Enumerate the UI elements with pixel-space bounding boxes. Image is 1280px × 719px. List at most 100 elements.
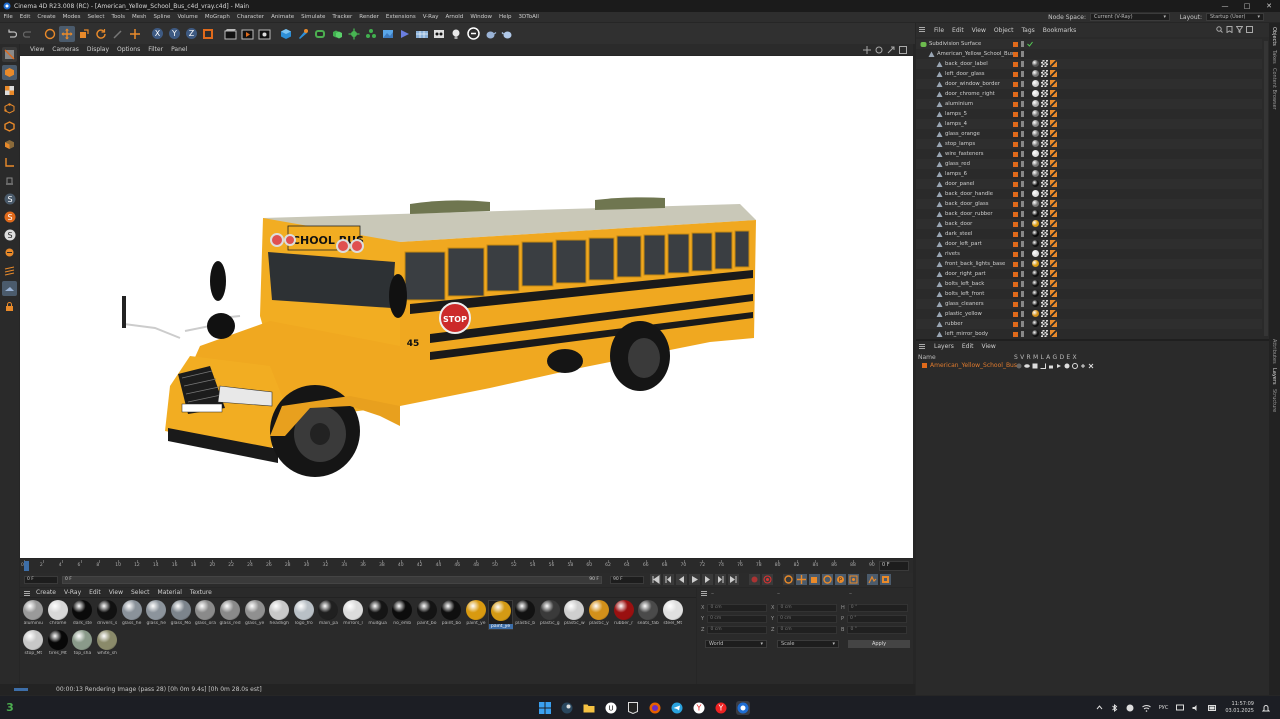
filter-icon[interactable] bbox=[1236, 26, 1243, 33]
visibility-dots[interactable] bbox=[1021, 311, 1024, 317]
material-slot[interactable]: glass_he bbox=[119, 600, 144, 630]
epic-app[interactable] bbox=[626, 701, 640, 715]
vray-light-button[interactable] bbox=[431, 26, 447, 42]
add-tool-button[interactable] bbox=[127, 26, 143, 42]
object-row[interactable]: back_door_rubber bbox=[916, 209, 1262, 219]
key-rotation-icon[interactable] bbox=[822, 574, 833, 585]
chevron-up-icon[interactable] bbox=[1096, 704, 1103, 711]
tab-content-browser[interactable]: Content Browser bbox=[1271, 68, 1277, 110]
menu-window[interactable]: Window bbox=[467, 14, 496, 20]
coordinate-value-input[interactable]: 0 cm bbox=[777, 626, 838, 634]
lock-layer-icon[interactable] bbox=[1048, 363, 1054, 369]
layer-color-swatch[interactable] bbox=[1013, 271, 1018, 277]
maximize-button[interactable]: □ bbox=[1236, 0, 1258, 12]
previous-frame-icon[interactable] bbox=[676, 574, 687, 585]
timeline-window-icon[interactable] bbox=[880, 574, 891, 585]
motion-clip-icon[interactable] bbox=[867, 574, 878, 585]
object-row[interactable]: dark_steel bbox=[916, 229, 1262, 239]
object-visibility-toggles[interactable] bbox=[1013, 191, 1024, 197]
layer-menu-view[interactable]: View bbox=[977, 343, 999, 350]
object-row[interactable]: left_mirror_body bbox=[916, 329, 1262, 339]
vray-tag-icon[interactable] bbox=[1050, 310, 1057, 317]
x-axis-button[interactable]: X bbox=[149, 26, 165, 42]
material-tag-icon[interactable] bbox=[1032, 310, 1039, 317]
notification-bell-icon[interactable] bbox=[1262, 704, 1270, 712]
texture-checker-tag-icon[interactable] bbox=[1041, 240, 1048, 247]
menu-edit[interactable]: Edit bbox=[16, 14, 34, 20]
material-slot[interactable]: tires_Mt bbox=[46, 630, 71, 660]
material-tag-icon[interactable] bbox=[1032, 250, 1039, 257]
visibility-dots[interactable] bbox=[1021, 161, 1024, 167]
key-pla-icon[interactable] bbox=[848, 574, 859, 585]
vray-tag-icon[interactable] bbox=[1050, 160, 1057, 167]
steam-tray-icon[interactable] bbox=[1126, 704, 1134, 712]
object-visibility-toggles[interactable] bbox=[1013, 101, 1024, 107]
material-slot[interactable]: paint_ye bbox=[488, 600, 513, 630]
texture-checker-tag-icon[interactable] bbox=[1041, 270, 1048, 277]
current-frame-field[interactable]: 0 F bbox=[879, 561, 909, 571]
camera-button[interactable] bbox=[397, 26, 413, 42]
solo-hierarchy-button[interactable]: S bbox=[2, 209, 17, 224]
texture-checker-tag-icon[interactable] bbox=[1041, 330, 1048, 337]
hamburger-icon[interactable] bbox=[701, 590, 707, 596]
object-visibility-toggles[interactable] bbox=[1013, 51, 1024, 57]
record-keys-icon[interactable] bbox=[749, 574, 760, 585]
texture-checker-tag-icon[interactable] bbox=[1041, 60, 1048, 67]
light-button[interactable] bbox=[448, 26, 464, 42]
solo-selection-button[interactable]: S bbox=[2, 227, 17, 242]
material-tag-icon[interactable] bbox=[1032, 210, 1039, 217]
texture-checker-tag-icon[interactable] bbox=[1041, 250, 1048, 257]
vray-frame-buffer-button[interactable] bbox=[482, 26, 498, 42]
material-slot[interactable]: plastic_b bbox=[513, 600, 538, 630]
object-row[interactable]: glass_cleaners bbox=[916, 299, 1262, 309]
object-visibility-toggles[interactable] bbox=[1013, 141, 1024, 147]
material-slot[interactable]: drivers_s bbox=[95, 600, 120, 630]
cinema4d-app[interactable] bbox=[736, 700, 750, 715]
mograph-button[interactable] bbox=[363, 26, 379, 42]
zoom-view-icon[interactable] bbox=[887, 46, 895, 54]
object-row[interactable]: front_back_lights_base bbox=[916, 259, 1262, 269]
layer-color-swatch[interactable] bbox=[1013, 71, 1018, 77]
vray-tag-icon[interactable] bbox=[1050, 320, 1057, 327]
vray-tag-icon[interactable] bbox=[1050, 280, 1057, 287]
material-tag-icon[interactable] bbox=[1032, 240, 1039, 247]
menu-render[interactable]: Render bbox=[356, 14, 383, 20]
menu-spline[interactable]: Spline bbox=[150, 14, 174, 20]
material-menu-select[interactable]: Select bbox=[127, 589, 154, 596]
axis-mode-button[interactable] bbox=[2, 155, 17, 170]
layer-color-swatch[interactable] bbox=[1013, 61, 1018, 67]
material-slot[interactable]: stop_Mt bbox=[21, 630, 46, 660]
material-tag-icon[interactable] bbox=[1032, 130, 1039, 137]
material-slot[interactable]: steel_Mt bbox=[660, 600, 685, 630]
network-icon[interactable] bbox=[1176, 704, 1185, 712]
checkmark-icon[interactable] bbox=[1027, 41, 1033, 47]
sculpt-button[interactable] bbox=[2, 245, 17, 260]
object-visibility-toggles[interactable] bbox=[1013, 251, 1024, 257]
visibility-dots[interactable] bbox=[1021, 171, 1024, 177]
object-visibility-toggles[interactable] bbox=[1013, 111, 1024, 117]
floor-button[interactable] bbox=[414, 26, 430, 42]
object-menu-object[interactable]: Object bbox=[990, 27, 1018, 34]
hamburger-icon[interactable] bbox=[919, 344, 925, 349]
visibility-dots[interactable] bbox=[1021, 241, 1024, 247]
object-visibility-toggles[interactable] bbox=[1013, 41, 1033, 47]
viewport-menu-display[interactable]: Display bbox=[83, 46, 113, 53]
object-row[interactable]: rubber bbox=[916, 319, 1262, 329]
coordinate-value-input[interactable]: 0 ° bbox=[847, 604, 908, 612]
object-row[interactable]: back_door_label bbox=[916, 59, 1262, 69]
material-tag-icon[interactable] bbox=[1032, 180, 1039, 187]
tab-structure[interactable]: Structure bbox=[1271, 389, 1277, 412]
material-slot[interactable]: paint_ye bbox=[464, 600, 489, 630]
apply-button[interactable]: Apply bbox=[848, 640, 910, 648]
object-menu-edit[interactable]: Edit bbox=[948, 27, 968, 34]
bluetooth-icon[interactable] bbox=[1111, 703, 1118, 712]
object-row[interactable]: glass_orange bbox=[916, 129, 1262, 139]
visibility-dots[interactable] bbox=[1021, 301, 1024, 307]
material-slot[interactable]: top_sha bbox=[70, 630, 95, 660]
menu-file[interactable]: File bbox=[0, 14, 16, 20]
volume-icon[interactable] bbox=[1192, 704, 1200, 712]
texture-checker-tag-icon[interactable] bbox=[1041, 190, 1048, 197]
object-row[interactable]: back_door_handle bbox=[916, 189, 1262, 199]
object-row[interactable]: back_door_glass bbox=[916, 199, 1262, 209]
vray-tag-icon[interactable] bbox=[1050, 250, 1057, 257]
